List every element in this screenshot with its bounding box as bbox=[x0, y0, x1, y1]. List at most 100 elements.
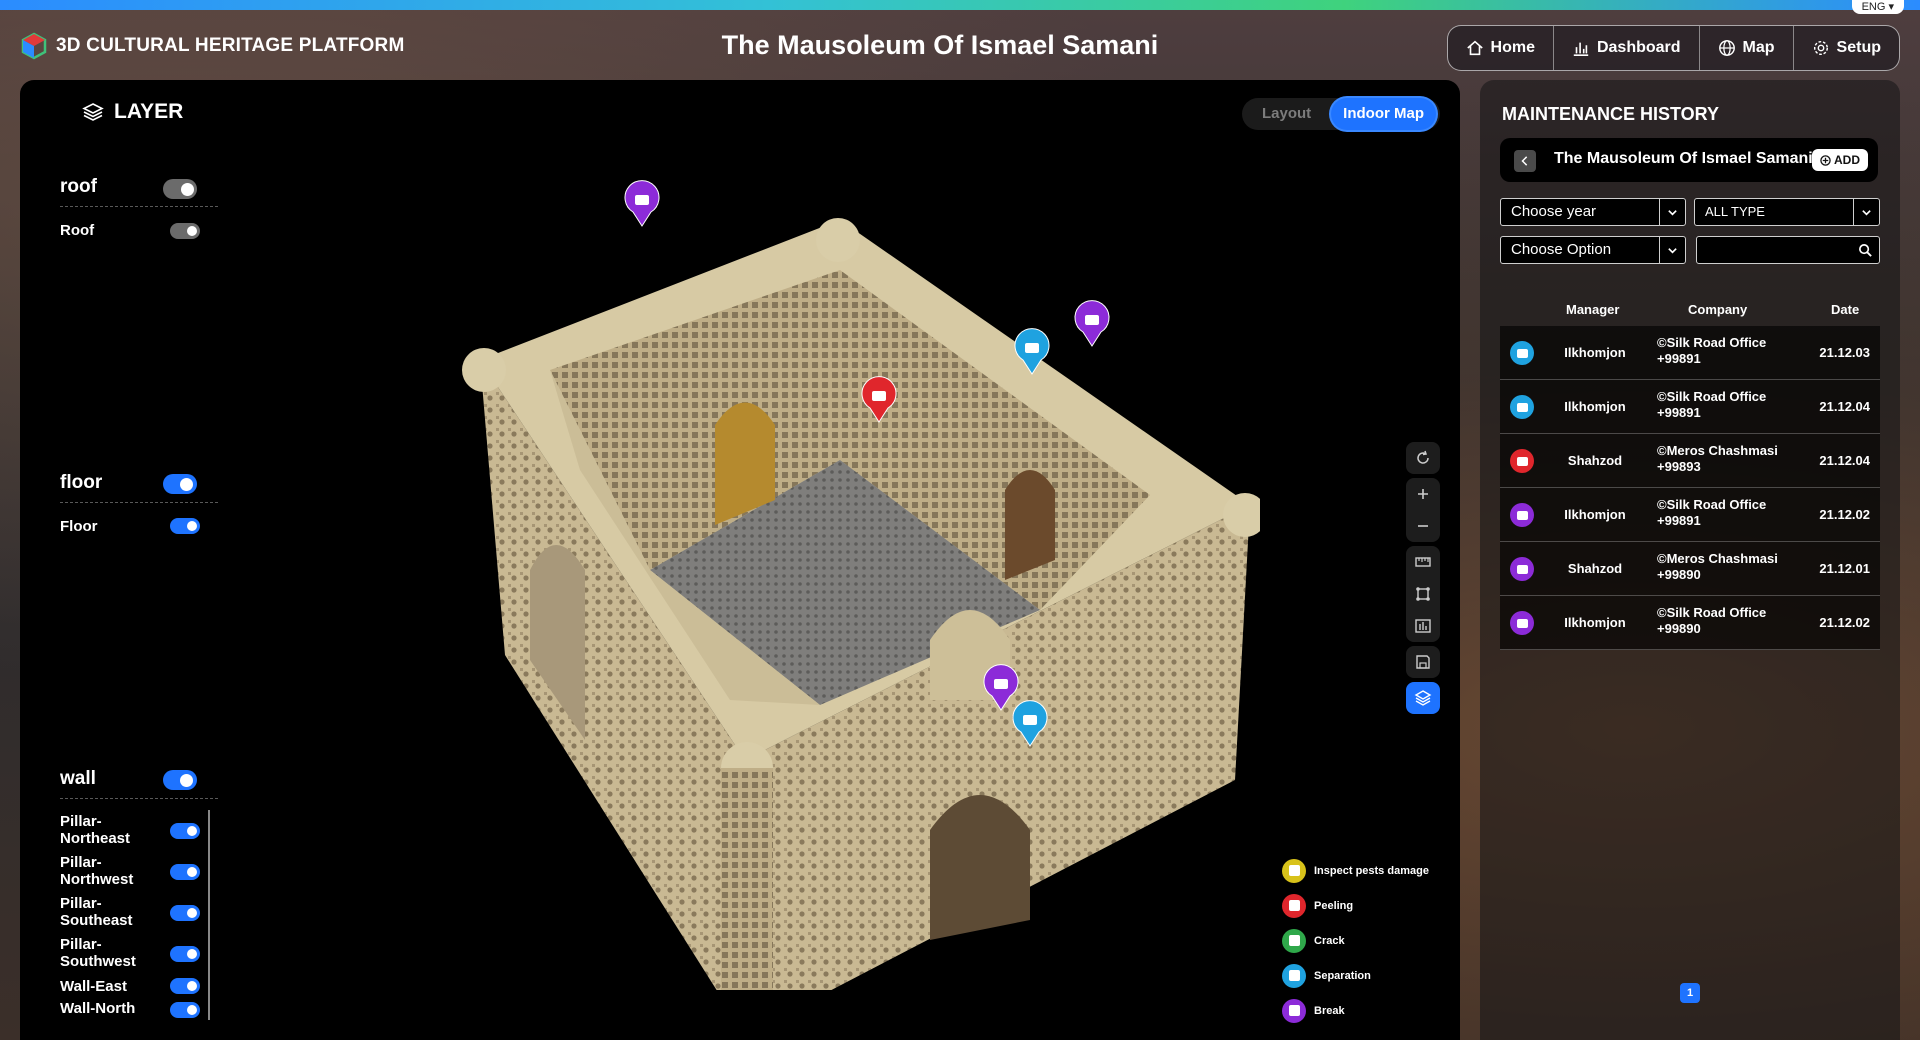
rotate-tool[interactable] bbox=[1406, 442, 1440, 474]
save-view-button[interactable] bbox=[1406, 646, 1440, 678]
defect-marker-break[interactable] bbox=[1074, 300, 1110, 347]
cell-company: ©Silk Road Office +99891 bbox=[1657, 335, 1766, 367]
nav-dashboard-label: Dashboard bbox=[1596, 39, 1681, 56]
height-tool[interactable] bbox=[1406, 610, 1440, 642]
cell-manager: Ilkhomjon bbox=[1564, 615, 1626, 630]
defect-marker-separation[interactable] bbox=[1014, 328, 1050, 375]
company-phone: +99890 bbox=[1657, 567, 1701, 582]
chevron-left-icon bbox=[1521, 156, 1528, 166]
table-row[interactable]: Shahzod ©Meros Chashmasi +99890 21.12.01 bbox=[1500, 542, 1880, 596]
top-nav: Home Dashboard Map Setup bbox=[1446, 25, 1900, 71]
legend-label: Break bbox=[1314, 1004, 1345, 1017]
minus-icon bbox=[1418, 525, 1428, 527]
legend-item: Separation bbox=[1282, 958, 1429, 993]
nav-home-label: Home bbox=[1490, 39, 1535, 56]
cell-company: ©Meros Chashmasi +99893 bbox=[1657, 443, 1778, 475]
search-input[interactable] bbox=[1696, 236, 1880, 264]
column-manager: Manager bbox=[1566, 302, 1620, 317]
type-select-value: ALL TYPE bbox=[1705, 204, 1765, 219]
site-selector: The Mausoleum Of Ismael Samani ADD bbox=[1500, 138, 1878, 182]
cell-manager: Ilkhomjon bbox=[1564, 345, 1626, 360]
search-icon bbox=[1859, 244, 1872, 257]
legend-label: Crack bbox=[1314, 934, 1345, 947]
plus-icon bbox=[1418, 489, 1428, 499]
cell-date: 21.12.02 bbox=[1819, 507, 1870, 522]
table-row[interactable]: Ilkhomjon ©Silk Road Office +99891 21.12.02 bbox=[1500, 488, 1880, 542]
legend-item: Inspect pests damage bbox=[1282, 853, 1429, 888]
company-phone: +99891 bbox=[1657, 513, 1701, 528]
site-name: The Mausoleum Of Ismael Samani bbox=[1554, 150, 1813, 167]
nav-map[interactable]: Map bbox=[1700, 26, 1794, 70]
break-icon bbox=[1282, 998, 1306, 1023]
break-icon bbox=[1510, 611, 1534, 635]
year-select[interactable]: Choose year bbox=[1500, 198, 1686, 226]
cell-company: ©Meros Chashmasi +99890 bbox=[1657, 551, 1778, 583]
gear-icon bbox=[1813, 40, 1828, 56]
option-select[interactable]: Choose Option bbox=[1500, 236, 1686, 264]
peeling-icon bbox=[1510, 449, 1534, 473]
chart-icon bbox=[1573, 42, 1589, 57]
pests-icon bbox=[1282, 858, 1306, 883]
legend-label: Separation bbox=[1314, 969, 1371, 982]
nav-dashboard[interactable]: Dashboard bbox=[1554, 26, 1700, 70]
cell-manager: Shahzod bbox=[1567, 561, 1623, 576]
break-icon bbox=[1510, 503, 1534, 527]
cell-manager: Shahzod bbox=[1567, 453, 1623, 468]
defect-marker-separation[interactable] bbox=[1012, 700, 1048, 747]
defect-legend: Inspect pests damage Peeling Crack Separ… bbox=[1282, 853, 1429, 1028]
chevron-down-icon bbox=[1853, 199, 1879, 225]
layers-icon bbox=[1414, 690, 1432, 706]
legend-item: Peeling bbox=[1282, 888, 1429, 923]
area-tool[interactable] bbox=[1406, 578, 1440, 610]
column-company: Company bbox=[1688, 302, 1748, 317]
company-name: ©Silk Road Office bbox=[1657, 497, 1767, 512]
company-phone: +99891 bbox=[1657, 351, 1701, 366]
company-name: ©Silk Road Office bbox=[1657, 389, 1767, 404]
defect-marker-peeling[interactable] bbox=[861, 376, 897, 423]
column-date: Date bbox=[1831, 302, 1860, 317]
layers-toggle-button[interactable] bbox=[1406, 682, 1440, 714]
zoom-out-button[interactable] bbox=[1406, 510, 1440, 542]
company-phone: +99893 bbox=[1657, 459, 1701, 474]
cell-manager: Ilkhomjon bbox=[1564, 399, 1626, 414]
nav-setup[interactable]: Setup bbox=[1794, 26, 1899, 70]
measure-tool[interactable] bbox=[1406, 546, 1440, 578]
zoom-in-button[interactable] bbox=[1406, 478, 1440, 510]
company-name: ©Meros Chashmasi bbox=[1657, 443, 1778, 458]
crack-icon bbox=[1282, 928, 1306, 953]
table-row[interactable]: Shahzod ©Meros Chashmasi +99893 21.12.04 bbox=[1500, 434, 1880, 488]
legend-item: Break bbox=[1282, 993, 1429, 1028]
company-phone: +99891 bbox=[1657, 405, 1701, 420]
type-select[interactable]: ALL TYPE bbox=[1694, 198, 1880, 226]
defect-marker-break[interactable] bbox=[624, 180, 660, 227]
company-name: ©Meros Chashmasi bbox=[1657, 551, 1778, 566]
table-row[interactable]: Ilkhomjon ©Silk Road Office +99891 21.12.04 bbox=[1500, 380, 1880, 434]
model-viewer[interactable]: LAYER roof Roof floor Floor wall Pillar-… bbox=[20, 80, 1460, 1040]
table-row[interactable]: Ilkhomjon ©Silk Road Office +99890 21.12.02 bbox=[1500, 596, 1880, 650]
cell-date: 21.12.03 bbox=[1819, 345, 1870, 360]
maintenance-title: MAINTENANCE HISTORY bbox=[1502, 104, 1720, 124]
nav-home[interactable]: Home bbox=[1448, 26, 1554, 70]
page-1-button[interactable]: 1 bbox=[1680, 983, 1700, 1003]
company-phone: +99890 bbox=[1657, 621, 1701, 636]
defect-marker-break[interactable] bbox=[983, 664, 1019, 711]
language-select[interactable]: ENG ▾ bbox=[1851, 0, 1904, 14]
cell-date: 21.12.04 bbox=[1819, 399, 1870, 414]
year-select-value: Choose year bbox=[1511, 203, 1597, 220]
table-row[interactable]: Ilkhomjon ©Silk Road Office +99891 21.12.03 bbox=[1500, 326, 1880, 380]
company-name: ©Silk Road Office bbox=[1657, 605, 1767, 620]
back-button[interactable] bbox=[1514, 150, 1536, 172]
add-label: ADD bbox=[1834, 153, 1860, 167]
save-icon bbox=[1416, 655, 1430, 669]
separation-icon bbox=[1510, 395, 1534, 419]
plus-circle-icon bbox=[1820, 154, 1831, 166]
defect-markers bbox=[624, 180, 1110, 747]
globe-icon bbox=[1718, 40, 1735, 56]
area-select-icon bbox=[1416, 587, 1430, 601]
break-icon bbox=[1510, 557, 1534, 581]
rotate-icon bbox=[1417, 450, 1429, 464]
peeling-icon bbox=[1282, 893, 1306, 918]
add-record-button[interactable]: ADD bbox=[1812, 149, 1868, 171]
separation-icon bbox=[1282, 963, 1306, 988]
cell-company: ©Silk Road Office +99891 bbox=[1657, 497, 1766, 529]
